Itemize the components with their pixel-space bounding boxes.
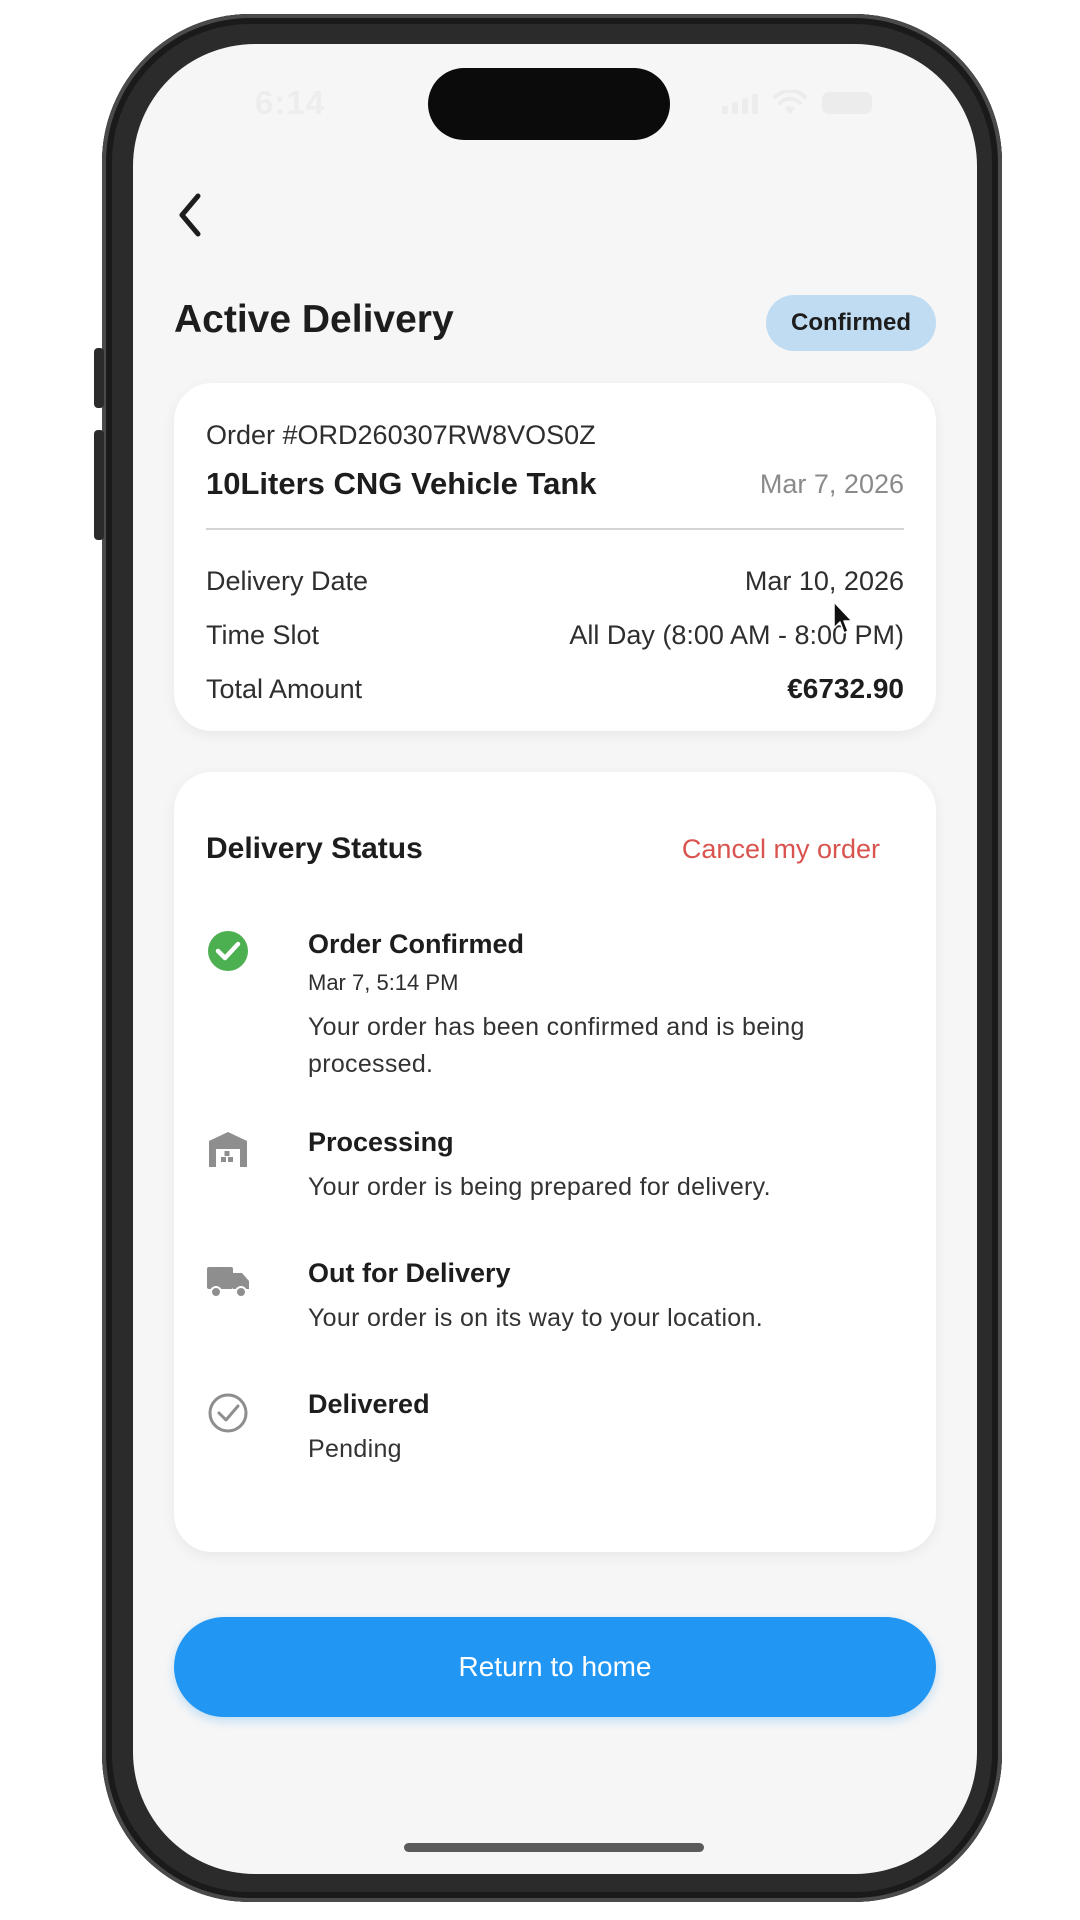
total-amount-value: €6732.90 — [787, 673, 904, 704]
order-number: Order #ORD260307RW8VOS0Z — [206, 420, 596, 450]
step-title: Processing — [308, 1127, 454, 1157]
status-badge: Confirmed — [766, 295, 936, 351]
step-description: Your order is on its way to your locatio… — [308, 1304, 763, 1332]
battery-icon — [822, 92, 872, 114]
check-circle-icon — [208, 931, 248, 971]
order-date: Mar 7, 2026 — [759, 469, 904, 499]
step-time: Mar 7, 5:14 PM — [308, 970, 459, 995]
step-description: Your order has been confirmed and is bei… — [308, 1013, 805, 1078]
truck-icon — [207, 1267, 249, 1298]
page-title: Active Delivery — [174, 298, 454, 341]
phone-action-button — [94, 348, 104, 408]
step-title: Out for Delivery — [308, 1258, 511, 1288]
section-title: Delivery Status — [206, 832, 423, 865]
cancel-order-link[interactable]: Cancel my order — [682, 834, 880, 865]
return-home-button[interactable]: Return to home — [174, 1617, 936, 1717]
order-summary-card: Order #ORD260307RW8VOS0Z 10Liters CNG Ve… — [174, 383, 936, 731]
mouse-cursor-icon — [833, 601, 853, 634]
timeline-step-order-confirmed: Order Confirmed Mar 7, 5:14 PM Your orde… — [206, 929, 904, 1079]
step-title: Delivered — [308, 1389, 430, 1419]
step-description: Your order is being prepared for deliver… — [308, 1173, 771, 1201]
timeline-step-out-for-delivery: Out for Delivery Your order is on its wa… — [206, 1258, 904, 1338]
chevron-left-icon[interactable] — [170, 190, 210, 240]
dynamic-island — [428, 68, 670, 140]
total-amount-label: Total Amount — [206, 674, 363, 704]
product-name: 10Liters CNG Vehicle Tank — [206, 466, 597, 501]
warehouse-icon — [209, 1132, 247, 1167]
check-outline-icon — [208, 1393, 248, 1433]
status-icons — [722, 90, 872, 116]
step-description: Pending — [308, 1435, 402, 1463]
step-title: Order Confirmed — [308, 929, 525, 959]
home-indicator[interactable] — [404, 1843, 704, 1852]
wifi-icon — [773, 90, 807, 114]
divider — [206, 528, 904, 530]
delivery-status-card: Delivery Status Cancel my order Order Co… — [174, 772, 936, 1552]
timeline-step-processing: Processing Your order is being prepared … — [206, 1127, 904, 1207]
cellular-signal-icon — [722, 92, 758, 114]
phone-volume-button — [94, 430, 104, 540]
time-slot-label: Time Slot — [206, 620, 320, 650]
delivery-date-label: Delivery Date — [206, 566, 369, 596]
timeline-step-delivered: Delivered Pending — [206, 1389, 904, 1469]
status-time: 6:14 — [255, 84, 326, 121]
delivery-date-value: Mar 10, 2026 — [744, 566, 904, 596]
